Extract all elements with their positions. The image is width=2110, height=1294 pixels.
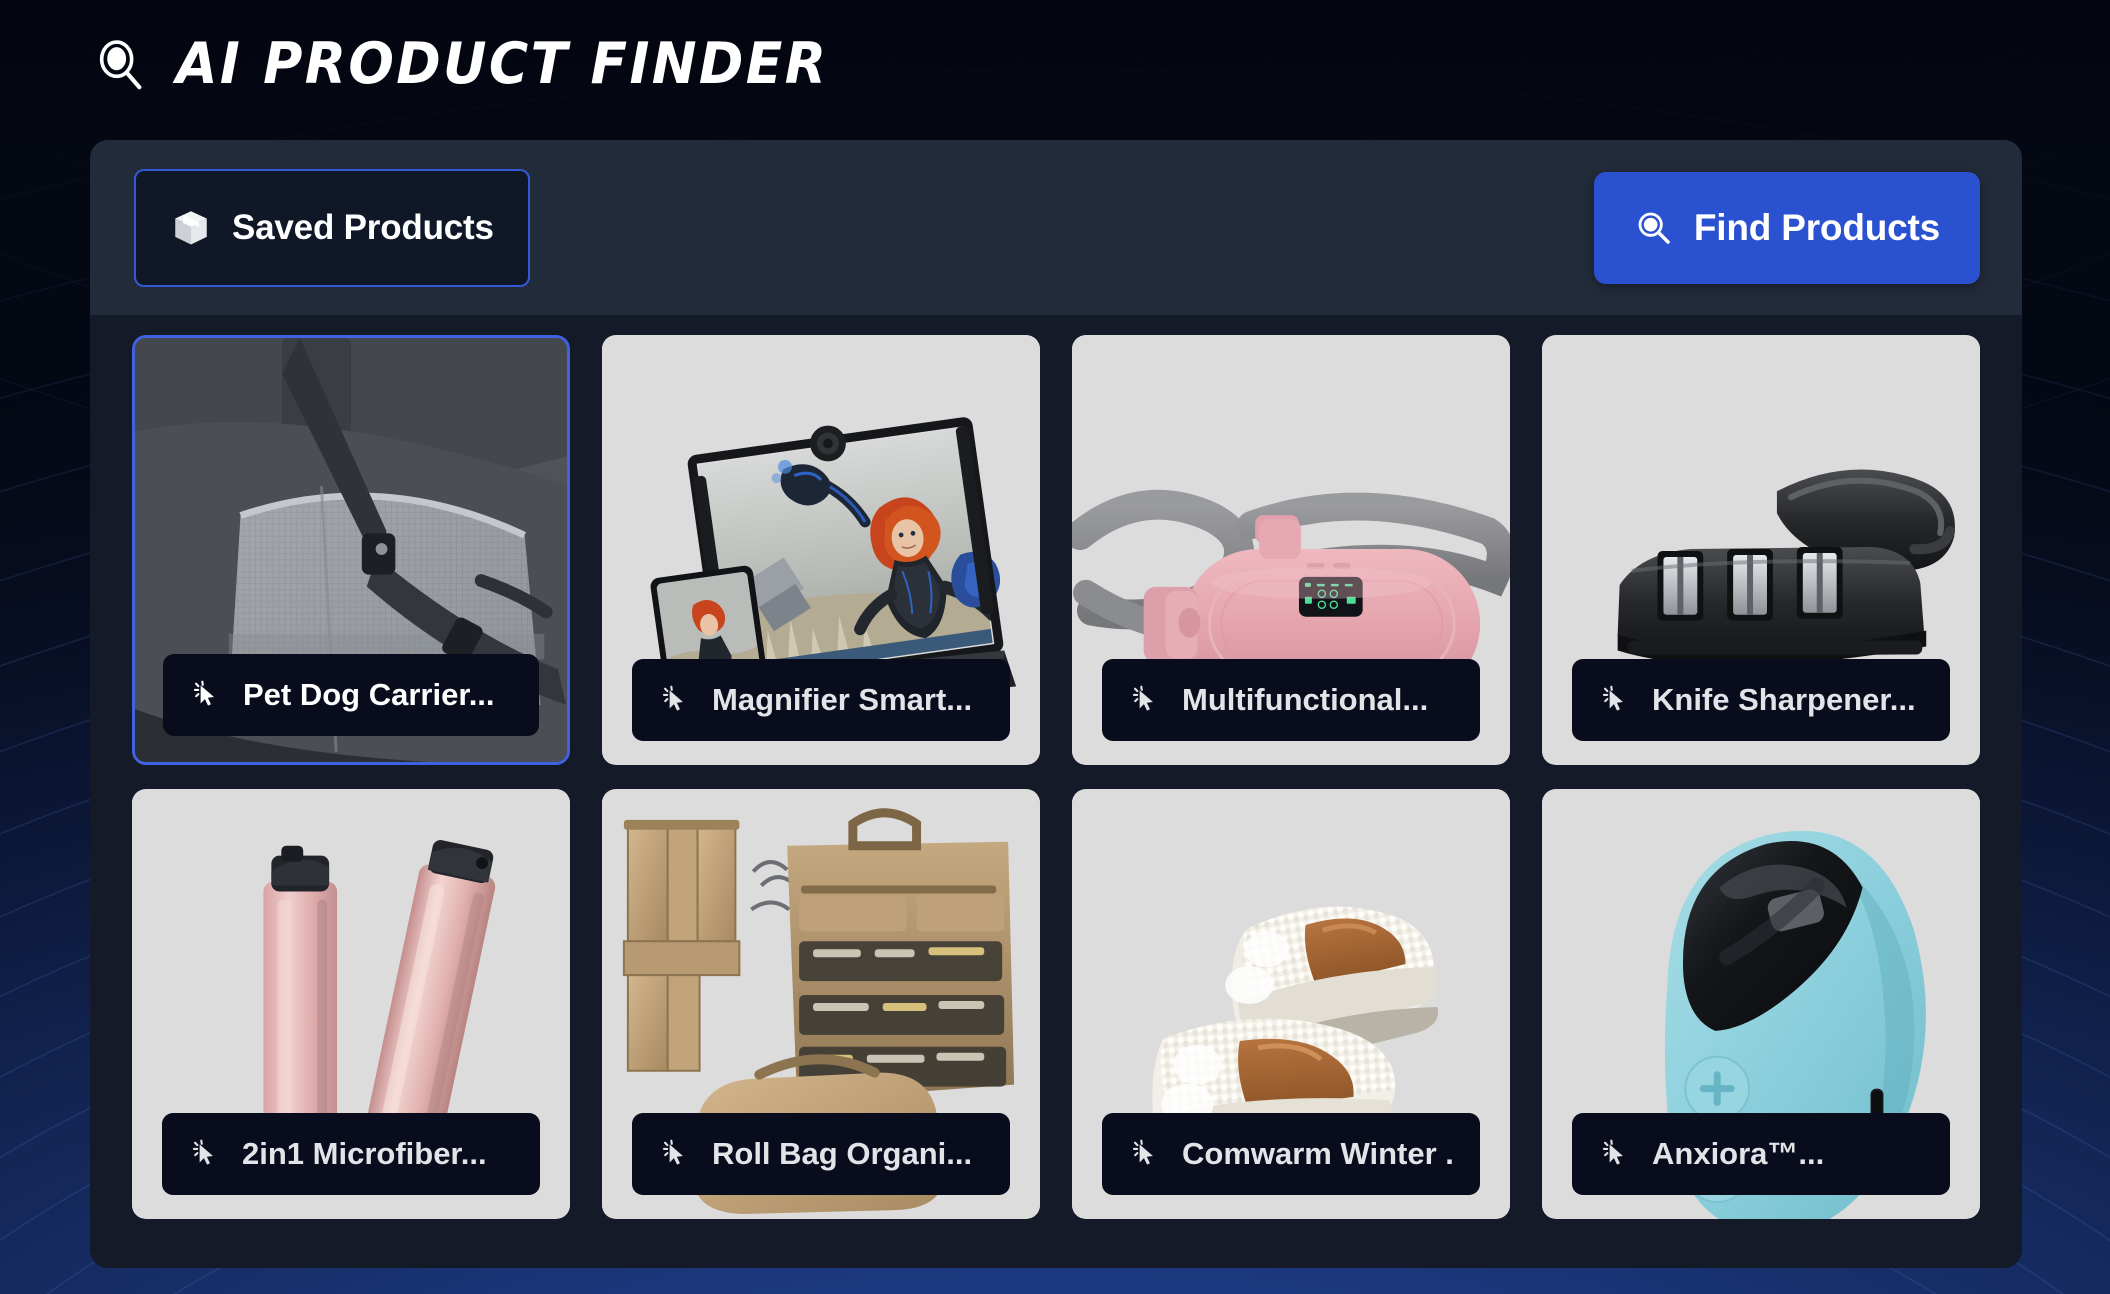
- click-cursor-icon: [1602, 1139, 1623, 1165]
- package-box-icon: [175, 210, 207, 244]
- product-card-label: Knife Sharpener...: [1572, 659, 1950, 741]
- page-title: AI PRODUCT FINDER: [176, 31, 829, 97]
- product-card-label: Magnifier Smart...: [632, 659, 1010, 741]
- find-products-label: Find Products: [1693, 206, 1940, 248]
- product-name: Roll Bag Organi...: [712, 1136, 973, 1171]
- product-card-label: Anxiora™...: [1572, 1113, 1950, 1195]
- search-icon: [99, 40, 142, 90]
- product-card[interactable]: Comwarm Winter ...: [1072, 789, 1510, 1219]
- app-header: AI PRODUCT FINDER: [0, 0, 2110, 128]
- product-name: Pet Dog Carrier...: [243, 677, 495, 712]
- click-cursor-icon: [662, 1139, 683, 1165]
- product-card-label: 2in1 Microfiber...: [162, 1113, 540, 1195]
- click-cursor-icon: [662, 685, 683, 711]
- product-card-label: Roll Bag Organi...: [632, 1113, 1010, 1195]
- product-card[interactable]: M Anxiora™...: [1542, 789, 1980, 1219]
- product-card[interactable]: Multifunctional...: [1072, 335, 1510, 765]
- product-grid: Pet Dog Carrier... Magnifier Smart... Mu…: [90, 315, 2022, 1253]
- product-name: Anxiora™...: [1652, 1136, 1825, 1171]
- product-card-label: Multifunctional...: [1102, 659, 1480, 741]
- product-name: 2in1 Microfiber...: [242, 1136, 487, 1171]
- click-cursor-icon: [192, 1139, 213, 1165]
- product-card[interactable]: Pet Dog Carrier...: [132, 335, 570, 765]
- product-name: Multifunctional...: [1182, 682, 1429, 717]
- click-cursor-icon: [1602, 685, 1623, 711]
- saved-products-button[interactable]: Saved Products: [134, 168, 530, 287]
- product-name: Knife Sharpener...: [1652, 682, 1916, 717]
- find-products-button[interactable]: Find Products: [1593, 171, 1980, 284]
- product-name: Magnifier Smart...: [712, 682, 973, 717]
- toolbar: Saved Products Find Products: [90, 140, 2022, 315]
- product-card-label: Pet Dog Carrier...: [163, 654, 539, 736]
- product-card[interactable]: Magnifier Smart...: [602, 335, 1040, 765]
- product-name: Comwarm Winter ...: [1182, 1136, 1454, 1171]
- product-card[interactable]: Roll Bag Organi...: [602, 789, 1040, 1219]
- product-card-label: Comwarm Winter ...: [1102, 1113, 1480, 1195]
- click-cursor-icon: [1132, 1139, 1153, 1165]
- click-cursor-icon: [1132, 685, 1153, 711]
- main-panel: Saved Products Find Products Pet Dog Car…: [90, 140, 2022, 1268]
- product-card[interactable]: 2in1 Microfiber...: [132, 789, 570, 1219]
- product-card[interactable]: Knife Sharpener...: [1542, 335, 1980, 765]
- search-icon: [1638, 212, 1670, 244]
- saved-products-label: Saved Products: [232, 207, 494, 247]
- click-cursor-icon: [193, 680, 214, 706]
